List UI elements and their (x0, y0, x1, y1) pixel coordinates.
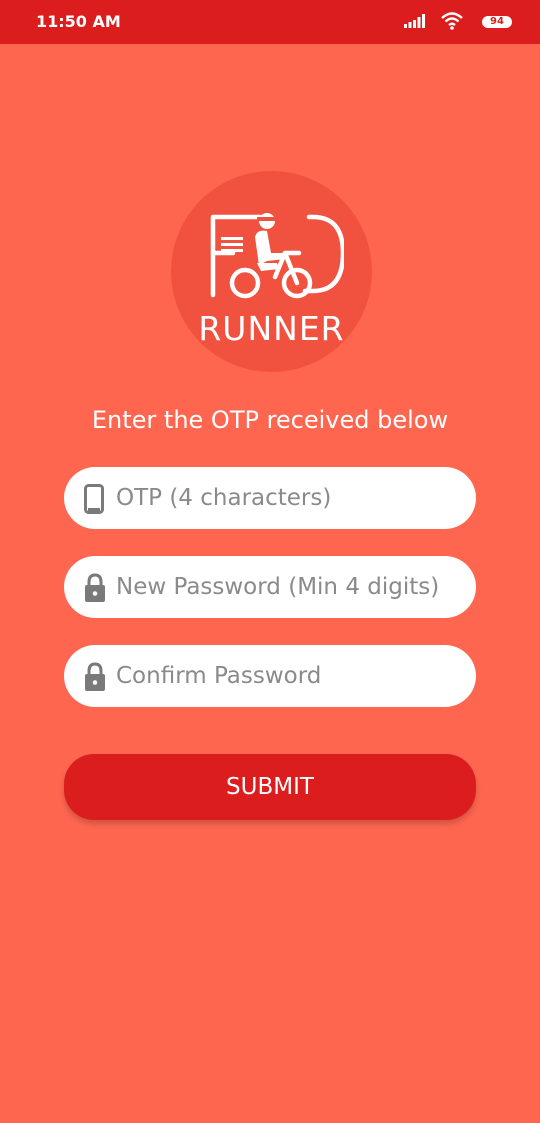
status-bar: 11:50 AM 94 (0, 0, 540, 44)
app-logo: RUNNER (171, 171, 372, 372)
otp-field[interactable] (64, 467, 476, 529)
food-runner-logo-icon (210, 213, 344, 299)
submit-button[interactable]: SUBMIT (64, 754, 476, 820)
confirm-password-field[interactable] (64, 645, 476, 707)
wifi-icon (441, 12, 463, 30)
signal-icon (404, 14, 425, 28)
new-password-input[interactable] (116, 556, 456, 618)
phone-icon (84, 484, 104, 514)
battery-icon: 94 (482, 16, 512, 28)
lock-icon (85, 662, 105, 691)
status-time: 11:50 AM (36, 12, 121, 31)
lock-icon (85, 573, 105, 602)
logo-wordmark: RUNNER (198, 309, 345, 348)
otp-prompt-text: Enter the OTP received below (91, 406, 449, 434)
confirm-password-input[interactable] (116, 645, 456, 707)
otp-input[interactable] (116, 467, 456, 529)
new-password-field[interactable] (64, 556, 476, 618)
